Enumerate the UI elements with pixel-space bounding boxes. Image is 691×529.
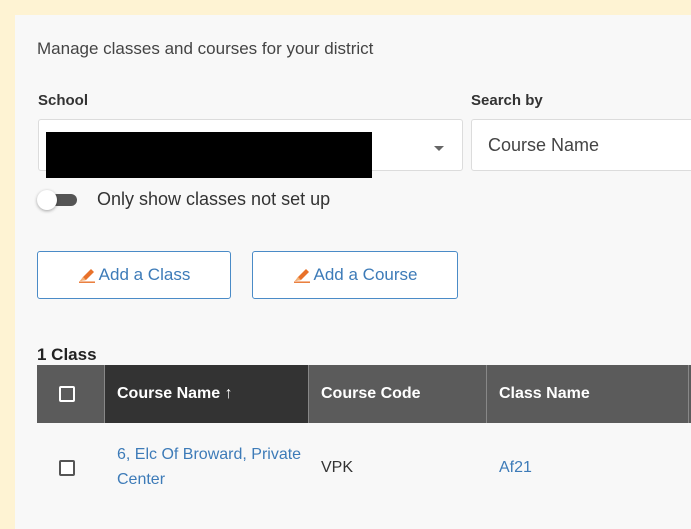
school-select[interactable] <box>38 119 463 178</box>
pencil-icon <box>293 269 310 283</box>
school-label: School <box>38 92 89 109</box>
page-subtitle: Manage classes and courses for your dist… <box>37 39 374 58</box>
course-code-value: VPK <box>321 459 354 476</box>
table-row: 6, Elc Of Broward, Private Center VPK Af… <box>37 423 691 513</box>
class-name-cell: Af21 <box>487 423 689 513</box>
table-header: Course Name ↑ Course Code Class Name <box>37 365 691 423</box>
row-checkbox[interactable] <box>59 460 75 476</box>
select-all-checkbox[interactable] <box>59 386 75 402</box>
column-course-name[interactable]: Course Name ↑ <box>105 365 309 423</box>
column-course-code[interactable]: Course Code <box>309 365 487 423</box>
redacted-school-value <box>46 132 372 178</box>
course-code-cell: VPK <box>309 423 487 513</box>
manage-classes-panel: Manage classes and courses for your dist… <box>15 15 691 529</box>
search-by-select[interactable]: Course Name <box>471 119 691 171</box>
not-set-up-toggle[interactable] <box>37 190 79 210</box>
search-by-label: Search by <box>471 92 543 109</box>
chevron-down-icon <box>434 146 444 151</box>
pencil-icon <box>78 269 95 283</box>
select-all-cell <box>37 365 105 423</box>
add-course-button[interactable]: Add a Course <box>252 251 458 299</box>
course-name-cell: 6, Elc Of Broward, Private Center <box>105 423 309 513</box>
add-class-label: Add a Class <box>98 265 191 284</box>
row-select-cell <box>37 423 105 513</box>
class-name-link[interactable]: Af21 <box>499 456 532 481</box>
search-by-value: Course Name <box>488 135 600 155</box>
course-name-link[interactable]: 6, Elc Of Broward, Private Center <box>117 443 309 493</box>
toggle-knob <box>37 190 57 210</box>
class-count: 1 Class <box>37 345 97 364</box>
toggle-label: Only show classes not set up <box>97 189 331 209</box>
column-class-name[interactable]: Class Name <box>487 365 689 423</box>
add-course-label: Add a Course <box>313 265 418 284</box>
add-class-button[interactable]: Add a Class <box>37 251 231 299</box>
